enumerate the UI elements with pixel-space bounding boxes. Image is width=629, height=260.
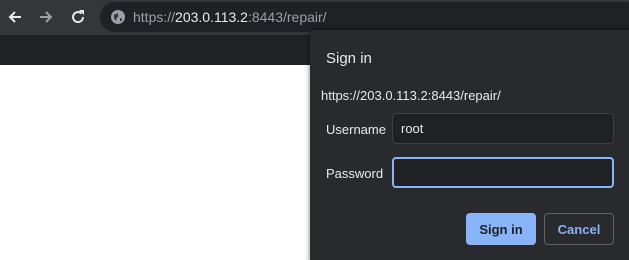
username-label: Username — [326, 122, 386, 137]
url-scheme: https:// — [133, 9, 176, 25]
back-button[interactable] — [0, 2, 30, 32]
dialog-origin: https://203.0.113.2:8443/repair/ — [321, 88, 501, 103]
url-text: https://203.0.113.2:8443/repair/ — [133, 2, 327, 32]
url-path: :8443/repair/ — [247, 9, 327, 25]
password-label: Password — [326, 166, 384, 181]
reload-icon — [72, 10, 85, 24]
arrow-left-icon — [8, 11, 21, 23]
cancel-button[interactable]: Cancel — [544, 213, 614, 245]
forward-button[interactable] — [31, 2, 61, 32]
globe-icon[interactable] — [110, 9, 126, 25]
address-bar[interactable]: https://203.0.113.2:8443/repair/ — [100, 2, 629, 32]
page-content — [0, 65, 310, 260]
password-field[interactable] — [392, 157, 614, 188]
sign-in-button[interactable]: Sign in — [466, 213, 536, 245]
dialog-title: Sign in — [326, 50, 372, 67]
arrow-right-icon — [40, 11, 53, 23]
browser-window: https://203.0.113.2:8443/repair/ Sign in… — [0, 0, 629, 260]
username-field[interactable] — [392, 113, 614, 144]
reload-button[interactable] — [63, 2, 93, 32]
sign-in-dialog: Sign in https://203.0.113.2:8443/repair/… — [310, 30, 629, 260]
url-host: 203.0.113.2 — [175, 9, 248, 25]
